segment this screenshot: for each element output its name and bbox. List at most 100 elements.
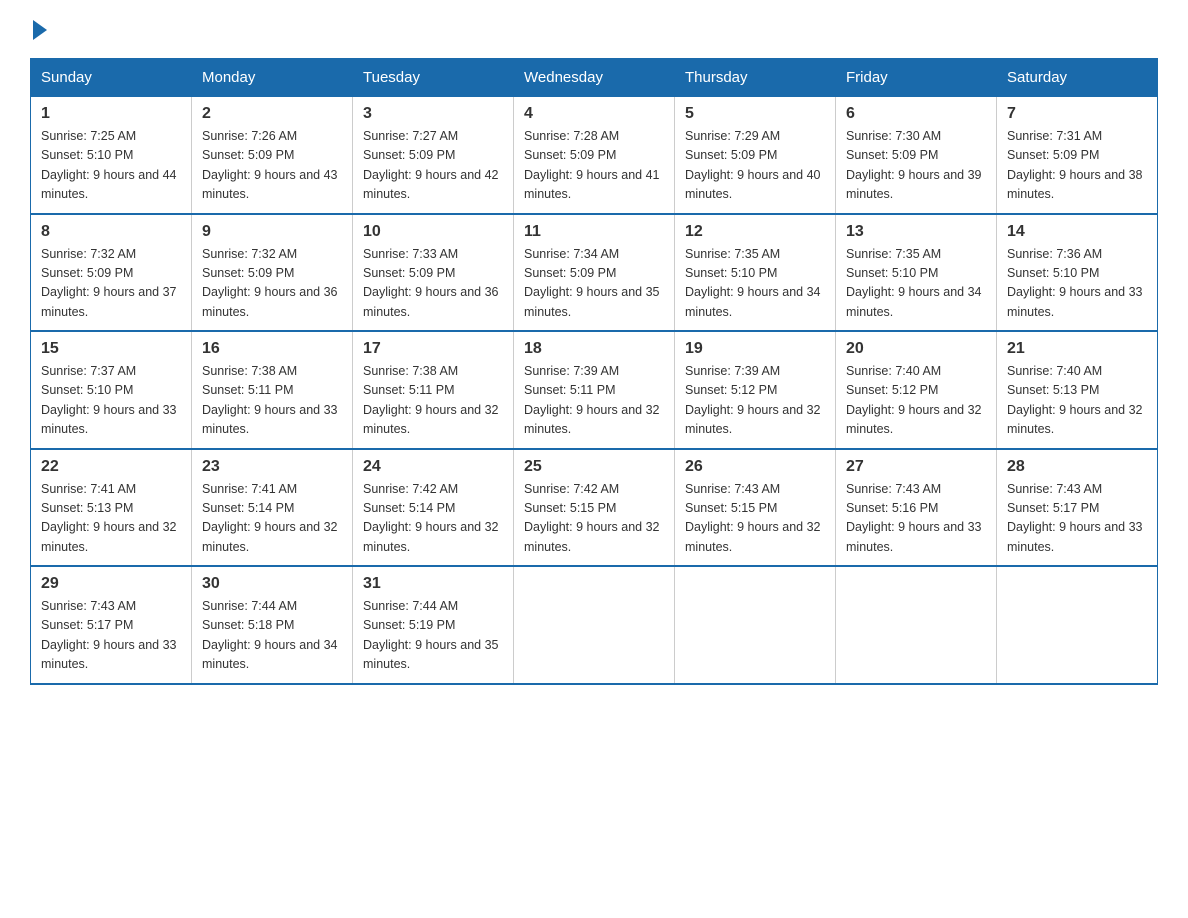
day-number: 13 (846, 223, 986, 241)
day-cell: 1 Sunrise: 7:25 AMSunset: 5:10 PMDayligh… (31, 97, 192, 214)
day-number: 8 (41, 223, 181, 241)
day-info: Sunrise: 7:39 AMSunset: 5:11 PMDaylight:… (524, 364, 660, 436)
day-number: 24 (363, 458, 503, 476)
day-info: Sunrise: 7:31 AMSunset: 5:09 PMDaylight:… (1007, 129, 1143, 201)
day-number: 23 (202, 458, 342, 476)
day-info: Sunrise: 7:44 AMSunset: 5:19 PMDaylight:… (363, 599, 499, 671)
day-number: 12 (685, 223, 825, 241)
day-number: 1 (41, 105, 181, 123)
day-number: 30 (202, 575, 342, 593)
day-cell: 18 Sunrise: 7:39 AMSunset: 5:11 PMDaylig… (514, 331, 675, 449)
weekday-header-tuesday: Tuesday (353, 59, 514, 97)
day-cell: 24 Sunrise: 7:42 AMSunset: 5:14 PMDaylig… (353, 449, 514, 567)
day-cell: 14 Sunrise: 7:36 AMSunset: 5:10 PMDaylig… (997, 214, 1158, 332)
day-number: 18 (524, 340, 664, 358)
day-info: Sunrise: 7:36 AMSunset: 5:10 PMDaylight:… (1007, 247, 1143, 319)
week-row-1: 1 Sunrise: 7:25 AMSunset: 5:10 PMDayligh… (31, 97, 1158, 214)
day-number: 7 (1007, 105, 1147, 123)
weekday-header-sunday: Sunday (31, 59, 192, 97)
day-info: Sunrise: 7:40 AMSunset: 5:12 PMDaylight:… (846, 364, 982, 436)
day-info: Sunrise: 7:41 AMSunset: 5:14 PMDaylight:… (202, 482, 338, 554)
day-number: 11 (524, 223, 664, 241)
day-info: Sunrise: 7:29 AMSunset: 5:09 PMDaylight:… (685, 129, 821, 201)
weekday-header-saturday: Saturday (997, 59, 1158, 97)
day-info: Sunrise: 7:42 AMSunset: 5:14 PMDaylight:… (363, 482, 499, 554)
day-cell: 5 Sunrise: 7:29 AMSunset: 5:09 PMDayligh… (675, 97, 836, 214)
day-cell: 27 Sunrise: 7:43 AMSunset: 5:16 PMDaylig… (836, 449, 997, 567)
day-cell: 2 Sunrise: 7:26 AMSunset: 5:09 PMDayligh… (192, 97, 353, 214)
day-info: Sunrise: 7:41 AMSunset: 5:13 PMDaylight:… (41, 482, 177, 554)
day-cell: 22 Sunrise: 7:41 AMSunset: 5:13 PMDaylig… (31, 449, 192, 567)
week-row-2: 8 Sunrise: 7:32 AMSunset: 5:09 PMDayligh… (31, 214, 1158, 332)
day-cell: 15 Sunrise: 7:37 AMSunset: 5:10 PMDaylig… (31, 331, 192, 449)
day-info: Sunrise: 7:34 AMSunset: 5:09 PMDaylight:… (524, 247, 660, 319)
logo-arrow-icon (33, 20, 47, 40)
day-info: Sunrise: 7:37 AMSunset: 5:10 PMDaylight:… (41, 364, 177, 436)
day-number: 4 (524, 105, 664, 123)
day-info: Sunrise: 7:39 AMSunset: 5:12 PMDaylight:… (685, 364, 821, 436)
weekday-header-monday: Monday (192, 59, 353, 97)
day-info: Sunrise: 7:35 AMSunset: 5:10 PMDaylight:… (846, 247, 982, 319)
day-cell (997, 566, 1158, 684)
day-info: Sunrise: 7:35 AMSunset: 5:10 PMDaylight:… (685, 247, 821, 319)
day-cell: 10 Sunrise: 7:33 AMSunset: 5:09 PMDaylig… (353, 214, 514, 332)
day-number: 27 (846, 458, 986, 476)
day-number: 6 (846, 105, 986, 123)
day-cell: 17 Sunrise: 7:38 AMSunset: 5:11 PMDaylig… (353, 331, 514, 449)
day-info: Sunrise: 7:27 AMSunset: 5:09 PMDaylight:… (363, 129, 499, 201)
day-info: Sunrise: 7:28 AMSunset: 5:09 PMDaylight:… (524, 129, 660, 201)
day-number: 2 (202, 105, 342, 123)
week-row-4: 22 Sunrise: 7:41 AMSunset: 5:13 PMDaylig… (31, 449, 1158, 567)
calendar-table: SundayMondayTuesdayWednesdayThursdayFrid… (30, 58, 1158, 685)
weekday-header-row: SundayMondayTuesdayWednesdayThursdayFrid… (31, 59, 1158, 97)
day-cell: 20 Sunrise: 7:40 AMSunset: 5:12 PMDaylig… (836, 331, 997, 449)
day-cell (514, 566, 675, 684)
day-cell (836, 566, 997, 684)
day-cell: 19 Sunrise: 7:39 AMSunset: 5:12 PMDaylig… (675, 331, 836, 449)
day-cell: 8 Sunrise: 7:32 AMSunset: 5:09 PMDayligh… (31, 214, 192, 332)
day-cell: 25 Sunrise: 7:42 AMSunset: 5:15 PMDaylig… (514, 449, 675, 567)
day-info: Sunrise: 7:33 AMSunset: 5:09 PMDaylight:… (363, 247, 499, 319)
day-cell: 12 Sunrise: 7:35 AMSunset: 5:10 PMDaylig… (675, 214, 836, 332)
day-cell: 30 Sunrise: 7:44 AMSunset: 5:18 PMDaylig… (192, 566, 353, 684)
day-number: 19 (685, 340, 825, 358)
weekday-header-thursday: Thursday (675, 59, 836, 97)
day-cell: 11 Sunrise: 7:34 AMSunset: 5:09 PMDaylig… (514, 214, 675, 332)
day-number: 20 (846, 340, 986, 358)
day-number: 26 (685, 458, 825, 476)
day-info: Sunrise: 7:25 AMSunset: 5:10 PMDaylight:… (41, 129, 177, 201)
day-cell: 3 Sunrise: 7:27 AMSunset: 5:09 PMDayligh… (353, 97, 514, 214)
day-cell: 9 Sunrise: 7:32 AMSunset: 5:09 PMDayligh… (192, 214, 353, 332)
day-info: Sunrise: 7:30 AMSunset: 5:09 PMDaylight:… (846, 129, 982, 201)
day-info: Sunrise: 7:43 AMSunset: 5:16 PMDaylight:… (846, 482, 982, 554)
day-cell: 31 Sunrise: 7:44 AMSunset: 5:19 PMDaylig… (353, 566, 514, 684)
day-number: 28 (1007, 458, 1147, 476)
day-cell: 29 Sunrise: 7:43 AMSunset: 5:17 PMDaylig… (31, 566, 192, 684)
day-cell: 26 Sunrise: 7:43 AMSunset: 5:15 PMDaylig… (675, 449, 836, 567)
day-number: 22 (41, 458, 181, 476)
day-info: Sunrise: 7:42 AMSunset: 5:15 PMDaylight:… (524, 482, 660, 554)
day-cell: 7 Sunrise: 7:31 AMSunset: 5:09 PMDayligh… (997, 97, 1158, 214)
week-row-3: 15 Sunrise: 7:37 AMSunset: 5:10 PMDaylig… (31, 331, 1158, 449)
day-info: Sunrise: 7:43 AMSunset: 5:17 PMDaylight:… (1007, 482, 1143, 554)
day-cell: 6 Sunrise: 7:30 AMSunset: 5:09 PMDayligh… (836, 97, 997, 214)
day-number: 31 (363, 575, 503, 593)
week-row-5: 29 Sunrise: 7:43 AMSunset: 5:17 PMDaylig… (31, 566, 1158, 684)
day-info: Sunrise: 7:38 AMSunset: 5:11 PMDaylight:… (363, 364, 499, 436)
day-number: 25 (524, 458, 664, 476)
weekday-header-friday: Friday (836, 59, 997, 97)
day-number: 21 (1007, 340, 1147, 358)
weekday-header-wednesday: Wednesday (514, 59, 675, 97)
day-number: 9 (202, 223, 342, 241)
day-number: 16 (202, 340, 342, 358)
day-number: 5 (685, 105, 825, 123)
day-info: Sunrise: 7:44 AMSunset: 5:18 PMDaylight:… (202, 599, 338, 671)
day-info: Sunrise: 7:32 AMSunset: 5:09 PMDaylight:… (41, 247, 177, 319)
day-number: 14 (1007, 223, 1147, 241)
day-info: Sunrise: 7:43 AMSunset: 5:15 PMDaylight:… (685, 482, 821, 554)
day-cell: 21 Sunrise: 7:40 AMSunset: 5:13 PMDaylig… (997, 331, 1158, 449)
day-number: 3 (363, 105, 503, 123)
day-cell: 28 Sunrise: 7:43 AMSunset: 5:17 PMDaylig… (997, 449, 1158, 567)
logo (30, 20, 47, 40)
day-number: 10 (363, 223, 503, 241)
